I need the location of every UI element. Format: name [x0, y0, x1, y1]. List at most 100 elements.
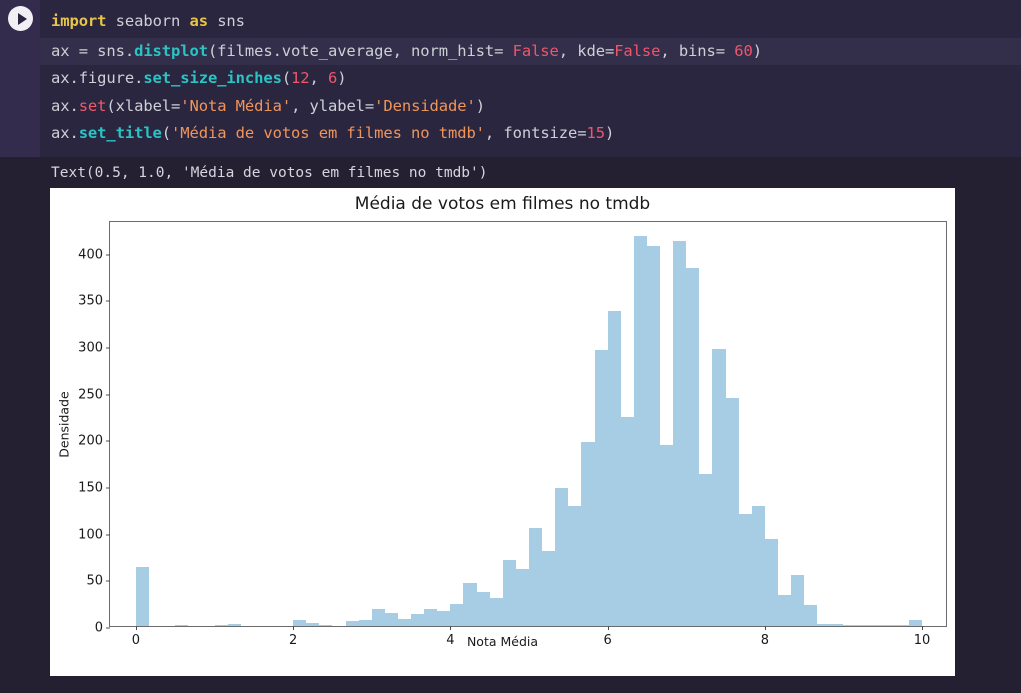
histogram-bar	[895, 625, 909, 626]
y-axis-label-text: Densidade	[56, 390, 72, 458]
histogram-bar	[660, 444, 674, 626]
code-token: (filmes.vote_average, norm_hist=	[207, 41, 513, 60]
code-token: False	[512, 41, 559, 60]
histogram-bar	[542, 551, 556, 626]
x-tick-mark	[764, 626, 766, 630]
histogram-bar	[175, 625, 189, 626]
code-line-4[interactable]: ax.set(xlabel='Nota Média', ylabel='Dens…	[40, 93, 1021, 121]
y-tick-mark	[106, 534, 110, 536]
histogram-bar	[581, 442, 595, 626]
histogram-bar	[384, 612, 398, 626]
histogram-bar	[804, 605, 818, 626]
histogram-bar	[764, 539, 778, 626]
code-token: (xlabel=	[106, 96, 181, 115]
cell-output-text: Text(0.5, 1.0, 'Média de votos em filmes…	[51, 165, 488, 181]
code-token: 'Média de votos em filmes no tmdb'	[171, 124, 485, 142]
matplotlib-figure: Média de votos em filmes no tmdb Densida…	[50, 188, 955, 676]
code-line-1[interactable]: import seaborn as sns	[40, 0, 1021, 38]
y-tick-label: 250	[78, 387, 103, 403]
histogram-bar	[830, 624, 844, 626]
play-icon[interactable]	[8, 6, 33, 31]
x-axis-label: Nota Média	[466, 634, 539, 649]
histogram-bar	[306, 623, 320, 626]
code-token: ax.	[51, 124, 79, 142]
y-tick-mark	[106, 300, 110, 302]
histogram-bar	[646, 246, 660, 626]
code-token: 6	[327, 69, 338, 87]
histogram-bar	[908, 620, 923, 626]
code-token: 12	[291, 69, 310, 87]
histogram-bar	[817, 624, 831, 626]
y-tick-mark	[106, 254, 110, 256]
code-token: as	[189, 12, 209, 30]
x-tick-mark	[293, 626, 295, 630]
code-token: sns	[207, 12, 245, 30]
histogram-bar	[476, 592, 490, 626]
x-tick-mark	[922, 626, 924, 630]
y-tick-label: 100	[78, 527, 103, 543]
histogram-bar	[489, 598, 503, 626]
y-tick-mark	[106, 580, 110, 582]
code-token: , fontsize=	[484, 124, 587, 142]
chart-title: Média de votos em filmes no tmdb	[354, 194, 651, 214]
code-token: distplot	[134, 41, 208, 60]
histogram-bar	[699, 473, 713, 626]
code-token: set	[78, 96, 107, 115]
cell-gutter	[0, 0, 40, 157]
code-token: , bins=	[660, 41, 735, 60]
code-editor[interactable]: import seaborn as sns ax = sns.distplot(f…	[40, 0, 1021, 157]
y-tick-mark	[106, 440, 110, 442]
histogram-bar	[135, 567, 149, 626]
histogram-bar	[725, 398, 739, 626]
y-tick-mark	[106, 627, 110, 629]
histogram-bar	[673, 240, 687, 626]
histogram-bar	[502, 559, 516, 626]
histogram-bar	[856, 625, 870, 626]
histogram-bar	[319, 625, 333, 626]
y-tick-label: 400	[78, 247, 103, 263]
code-line-5[interactable]: ax.set_title('Média de votos em filmes n…	[40, 120, 1021, 148]
histogram-bar	[450, 603, 464, 626]
code-token: , ylabel=	[291, 96, 375, 115]
code-token: )	[475, 96, 485, 115]
code-line-2[interactable]: ax = sns.distplot(filmes.vote_average, n…	[40, 37, 1021, 65]
code-token: ,	[309, 69, 328, 87]
play-triangle	[17, 12, 27, 25]
histogram-bar	[463, 583, 477, 626]
histogram-bar	[777, 595, 792, 626]
histogram-bar	[882, 625, 896, 626]
code-token: set_title	[78, 124, 162, 142]
code-token: 'Densidade'	[374, 96, 476, 115]
histogram-bar	[214, 625, 228, 626]
notebook-cell: import seaborn as sns ax = sns.distplot(f…	[0, 0, 1021, 693]
histogram-bar	[345, 621, 359, 626]
x-tick-mark	[607, 626, 609, 630]
code-token: ax = sns.	[51, 41, 135, 60]
code-token: False	[614, 41, 661, 60]
histogram-bar	[358, 620, 372, 626]
code-token: , kde=	[558, 41, 615, 60]
x-tick-mark	[450, 626, 452, 630]
y-tick-label: 50	[86, 573, 103, 589]
histogram-bar	[633, 235, 647, 626]
code-token: (	[281, 69, 292, 87]
code-line-3[interactable]: ax.figure.set_size_inches(12, 6)	[40, 65, 1021, 93]
y-tick-mark	[106, 347, 110, 349]
histogram-bar	[528, 528, 543, 626]
code-cell-input[interactable]: import seaborn as sns ax = sns.distplot(f…	[0, 0, 1021, 157]
code-token: )	[604, 124, 615, 142]
histogram-bar	[437, 611, 451, 626]
y-tick-label: 350	[78, 293, 103, 309]
histogram-bar	[751, 505, 765, 626]
histogram-bar	[686, 267, 700, 626]
x-tick-mark	[135, 626, 137, 630]
y-tick-label: 300	[78, 340, 103, 356]
code-token: 60	[734, 41, 753, 60]
y-tick-label: 200	[78, 433, 103, 449]
histogram-bar	[411, 613, 425, 626]
code-token: 15	[586, 124, 605, 142]
code-token: )	[752, 41, 762, 60]
histogram-bar	[620, 416, 634, 626]
histogram-bar	[568, 505, 582, 626]
y-tick-mark	[106, 487, 110, 489]
